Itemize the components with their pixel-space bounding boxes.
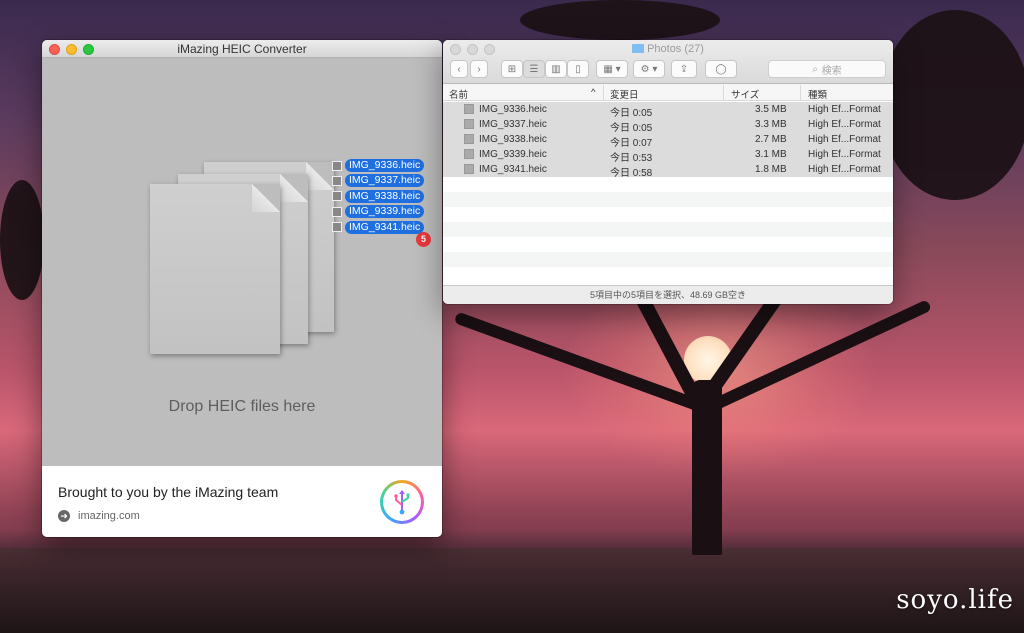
dragged-file: IMG_9341.heic <box>332 220 425 235</box>
window-title: iMazing HEIC Converter <box>177 42 307 56</box>
file-row[interactable]: IMG_9341.heic 今日 0:58 1.8 MB High Ef...F… <box>443 162 893 179</box>
credit-text: Brought to you by the iMazing team <box>58 484 279 500</box>
action-gear-button[interactable]: ⚙ ▾ <box>633 60 665 78</box>
website-label: imazing.com <box>78 510 140 522</box>
finder-window: Photos (27) ‹ › ⊞ ☰ ▥ ▯ ▦ ▾ ⚙ ▾ ⇪ ◯ ⌕ 検索… <box>443 40 893 304</box>
image-thumb-icon <box>332 160 342 171</box>
empty-row <box>443 177 893 192</box>
empty-row <box>443 237 893 252</box>
share-button[interactable]: ⇪ <box>671 60 697 78</box>
usb-icon <box>383 483 421 521</box>
column-view-button[interactable]: ▥ <box>545 60 567 78</box>
dragged-file: IMG_9336.heic <box>332 158 425 173</box>
drop-instructions: Drop HEIC files here <box>168 398 316 415</box>
imazing-footer: Brought to you by the iMazing team ➜ ima… <box>42 466 442 537</box>
image-file-icon <box>464 119 474 129</box>
column-modified-header[interactable]: 変更日 <box>610 87 639 101</box>
column-name-header[interactable]: 名前 <box>449 87 468 101</box>
file-list: IMG_9336.heic 今日 0:05 3.5 MB High Ef...F… <box>443 102 893 282</box>
ground <box>0 548 1024 633</box>
window-controls <box>49 44 94 55</box>
finder-title: Photos (27) <box>443 43 893 55</box>
folder-icon <box>632 44 645 53</box>
dragged-file: IMG_9338.heic <box>332 189 425 204</box>
column-kind-header[interactable]: 種類 <box>808 87 827 101</box>
website-link[interactable]: ➜ imazing.com <box>58 510 140 522</box>
image-file-icon <box>464 134 474 144</box>
empty-row <box>443 267 893 282</box>
image-thumb-icon <box>332 191 342 202</box>
zoom-button[interactable] <box>83 44 94 55</box>
watermark: soyo.life <box>896 585 1014 615</box>
forward-button[interactable]: › <box>470 60 488 78</box>
image-file-icon <box>464 104 474 114</box>
empty-row <box>443 207 893 222</box>
imazing-titlebar: iMazing HEIC Converter <box>42 40 442 58</box>
minimize-button[interactable] <box>66 44 77 55</box>
close-button[interactable] <box>49 44 60 55</box>
finder-toolbar: Photos (27) ‹ › ⊞ ☰ ▥ ▯ ▦ ▾ ⚙ ▾ ⇪ ◯ ⌕ 検索 <box>443 40 893 84</box>
arrow-right-icon: ➜ <box>58 510 70 522</box>
image-file-icon <box>464 149 474 159</box>
image-thumb-icon <box>332 175 342 186</box>
empty-row <box>443 192 893 207</box>
empty-row <box>443 222 893 237</box>
image-thumb-icon <box>332 206 342 217</box>
file-row[interactable]: IMG_9336.heic 今日 0:05 3.5 MB High Ef...F… <box>443 102 893 119</box>
imazing-logo[interactable] <box>380 480 424 524</box>
image-thumb-icon <box>332 222 342 233</box>
image-file-icon <box>464 164 474 174</box>
dragged-file: IMG_9337.heic <box>332 173 425 188</box>
list-view-button[interactable]: ☰ <box>523 60 545 78</box>
tree-canopy <box>520 0 720 40</box>
tree-canopy <box>880 10 1024 200</box>
search-icon: ⌕ <box>812 63 818 75</box>
dragged-files: IMG_9336.heic IMG_9337.heic IMG_9338.hei… <box>332 158 425 235</box>
column-size-header[interactable]: サイズ <box>731 87 759 101</box>
document-icon <box>150 184 280 354</box>
imazing-window: iMazing HEIC Converter IMG_9336.heic IMG… <box>42 40 442 537</box>
dragged-file: IMG_9339.heic <box>332 204 425 219</box>
empty-row <box>443 252 893 267</box>
drop-zone[interactable]: IMG_9336.heic IMG_9337.heic IMG_9338.hei… <box>42 58 442 466</box>
tag-button[interactable]: ◯ <box>705 60 737 78</box>
back-button[interactable]: ‹ <box>450 60 468 78</box>
file-row[interactable]: IMG_9337.heic 今日 0:05 3.3 MB High Ef...F… <box>443 117 893 134</box>
search-input[interactable]: ⌕ 検索 <box>768 60 886 78</box>
column-headers: 名前 ^ 変更日 サイズ 種類 <box>443 84 893 101</box>
file-row[interactable]: IMG_9339.heic 今日 0:53 3.1 MB High Ef...F… <box>443 147 893 164</box>
gallery-view-button[interactable]: ▯ <box>567 60 589 78</box>
arrange-button[interactable]: ▦ ▾ <box>596 60 628 78</box>
tree-canopy <box>0 180 44 300</box>
status-bar: 5項目中の5項目を選択、48.69 GB空き <box>443 285 893 304</box>
search-placeholder: 検索 <box>821 65 842 77</box>
file-row[interactable]: IMG_9338.heic 今日 0:07 2.7 MB High Ef...F… <box>443 132 893 149</box>
icon-view-button[interactable]: ⊞ <box>501 60 523 78</box>
drag-count-badge: 5 <box>416 232 431 247</box>
sort-indicator-icon: ^ <box>591 87 596 98</box>
